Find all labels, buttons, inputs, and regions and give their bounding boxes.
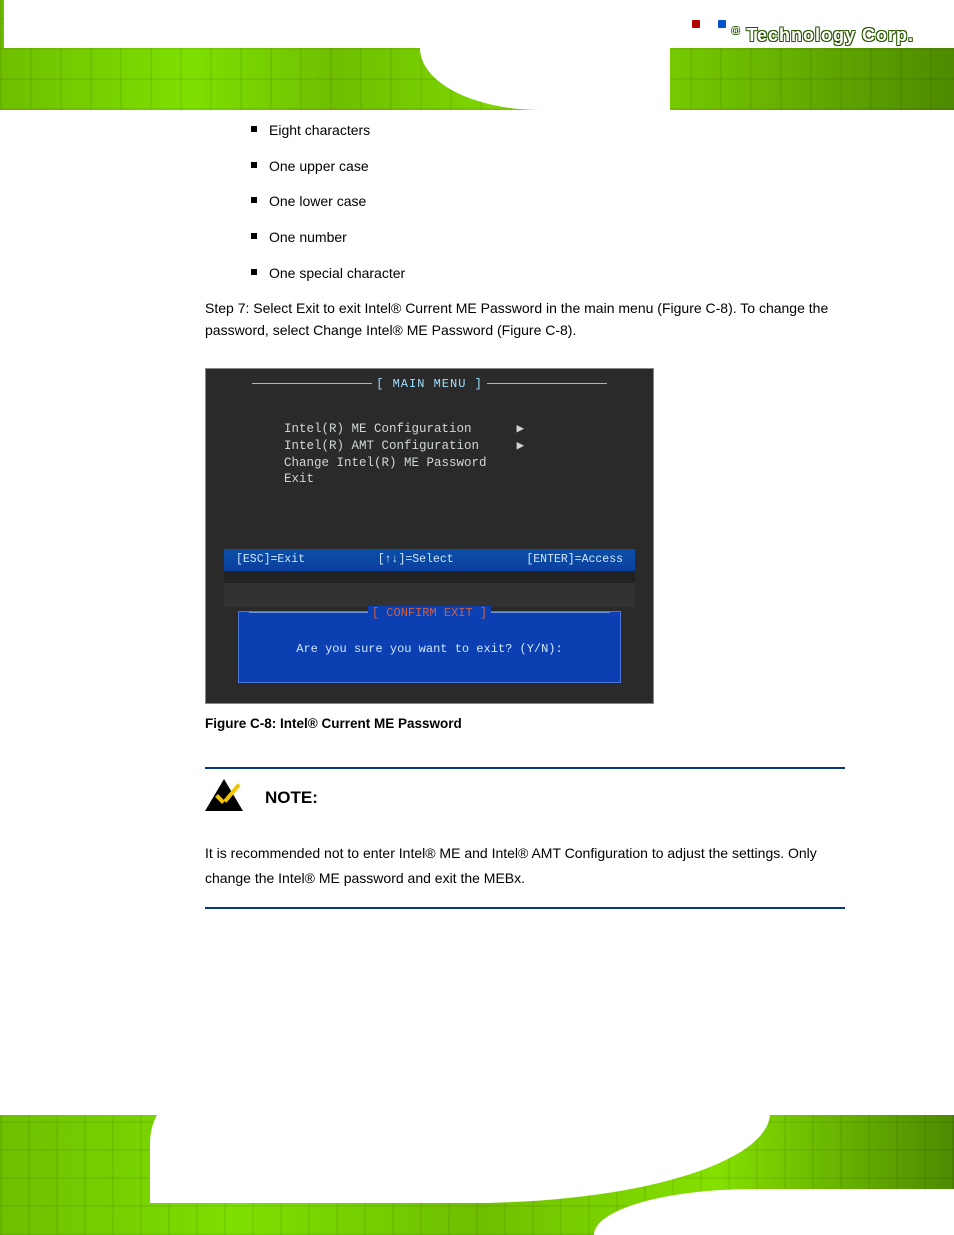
list-item-text: One special character xyxy=(269,263,405,285)
list-item: Eight characters xyxy=(205,120,845,142)
menu-item[interactable]: Change Intel(R) ME Password xyxy=(284,456,487,470)
confirm-exit-dialog: [ CONFIRM EXIT ] Are you sure you want t… xyxy=(238,611,621,683)
list-item-text: One upper case xyxy=(269,156,369,178)
chevron-right-icon: ▶ xyxy=(517,422,525,436)
list-item-text: One number xyxy=(269,227,347,249)
page-header: ® Technology Corp. xyxy=(0,0,954,110)
brand-logo-block: ® Technology Corp. xyxy=(692,22,914,48)
brand-registered: ® xyxy=(732,25,740,46)
screenshot-menu-list: Intel(R) ME Configuration ▶ Intel(R) AMT… xyxy=(284,421,524,489)
list-item: One upper case xyxy=(205,156,845,178)
nav-hint-select: [↑↓]=Select xyxy=(378,551,454,569)
bullet-icon xyxy=(251,126,257,132)
screenshot-main-menu-title: [ MAIN MENU ] xyxy=(224,375,635,394)
menu-item[interactable]: Intel(R) ME Configuration ▶ xyxy=(284,422,524,436)
list-item-text: Eight characters xyxy=(269,120,370,142)
note-block: NOTE: xyxy=(205,769,845,821)
nav-hint-enter: [ENTER]=Access xyxy=(526,551,623,569)
note-body-text: It is recommended not to enter Intel® ME… xyxy=(205,841,845,891)
brand-text: Technology Corp. xyxy=(746,25,914,46)
bullet-icon xyxy=(251,233,257,239)
list-item-text: One lower case xyxy=(269,191,366,213)
confirm-dialog-title: [ CONFIRM EXIT ] xyxy=(239,604,620,623)
note-bottom-divider xyxy=(205,907,845,909)
chevron-right-icon: ▶ xyxy=(517,439,525,453)
bullet-icon xyxy=(251,269,257,275)
screenshot-nav-bar: [ESC]=Exit [↑↓]=Select [ENTER]=Access xyxy=(224,549,635,571)
list-item: One number xyxy=(205,227,845,249)
page-footer: Page 185 xyxy=(0,1115,954,1235)
figure-screenshot: [ MAIN MENU ] Intel(R) ME Configuration … xyxy=(205,368,654,704)
nav-hint-esc: [ESC]=Exit xyxy=(236,551,305,569)
menu-item[interactable]: Intel(R) AMT Configuration ▶ xyxy=(284,439,524,453)
confirm-dialog-text[interactable]: Are you sure you want to exit? (Y/N): xyxy=(239,640,620,659)
page-number: Page 185 xyxy=(839,1207,900,1223)
note-check-icon xyxy=(205,779,243,817)
menu-item[interactable]: Exit xyxy=(284,472,314,486)
brand-logo-icon xyxy=(692,22,726,48)
bullet-icon xyxy=(251,162,257,168)
page-content: Eight characters One upper case One lowe… xyxy=(205,120,845,909)
note-heading: NOTE: xyxy=(265,785,318,811)
list-item: One special character xyxy=(205,263,845,285)
figure-caption: Figure C-8: Intel® Current ME Password xyxy=(205,714,845,735)
bullet-icon xyxy=(251,197,257,203)
list-item: One lower case xyxy=(205,191,845,213)
step-7-text: Step 7: Select Exit to exit Intel® Curre… xyxy=(205,298,845,341)
